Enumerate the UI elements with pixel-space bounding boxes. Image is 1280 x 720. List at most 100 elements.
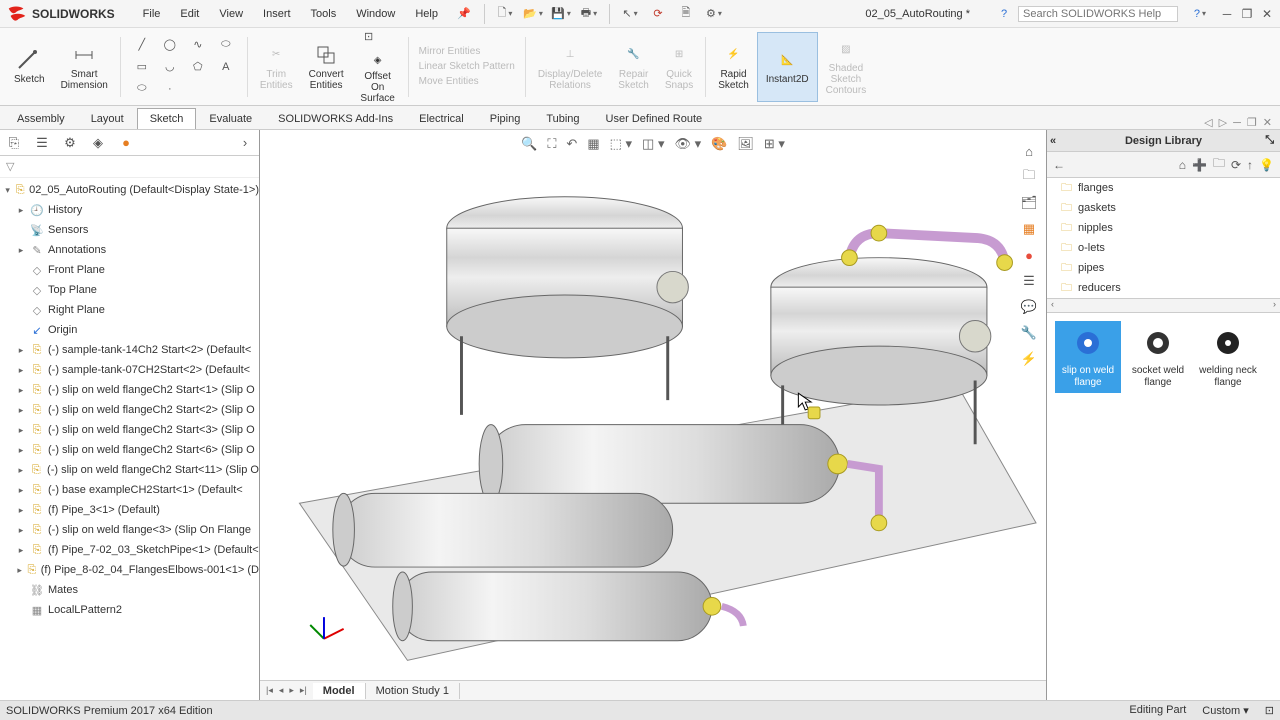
tree-item[interactable]: ▸⎘(f) Pipe_8-02_04_FlangesElbows-001<1> … [0, 560, 259, 580]
text-icon[interactable]: A [215, 58, 237, 76]
tree-item[interactable]: ◇Front Plane [0, 260, 259, 280]
scene-icon[interactable]: 🖼 [737, 136, 754, 152]
tree-item[interactable]: ⛓Mates [0, 580, 259, 600]
design-lib-tab-icon[interactable]: 🗀 [1018, 166, 1040, 188]
tree-item[interactable]: ▸⎘(-) slip on weld flangeCh2 Start<3> (S… [0, 420, 259, 440]
restore-icon[interactable]: ❐ [1240, 7, 1254, 21]
lib-folder-gaskets[interactable]: 🗀gaskets [1047, 198, 1280, 218]
tree-item[interactable]: ▸⎘(-) sample-tank-07CH2Start<2> (Default… [0, 360, 259, 380]
tab-user-route[interactable]: User Defined Route [593, 108, 716, 129]
section-icon[interactable]: ▦ [587, 136, 599, 152]
feature-tree[interactable]: ▾⎘ 02_05_AutoRouting (Default<Display St… [0, 178, 259, 700]
zoom-area-icon[interactable]: ⛶ [547, 136, 556, 152]
ribbon-convert[interactable]: Convert Entities [301, 32, 352, 102]
ellipse-icon[interactable]: ⬭ [215, 36, 237, 54]
point-icon[interactable]: · [159, 80, 181, 98]
doc-min-icon[interactable]: ─ [1233, 117, 1241, 129]
collapse-icon[interactable]: › [235, 133, 255, 153]
lib-up-icon[interactable]: ↑ [1247, 158, 1253, 172]
tree-item[interactable]: ▸⎘(f) Pipe_3<1> (Default) [0, 500, 259, 520]
rebuild-icon[interactable]: ⟳ [648, 4, 668, 24]
thumb-slip-on-weld-flange[interactable]: slip on weld flange [1055, 321, 1121, 393]
help-dropdown[interactable]: ? [1190, 4, 1210, 24]
view-palette-tab-icon[interactable]: ▦ [1018, 218, 1040, 240]
view-settings-icon[interactable]: ⊞ ▾ [764, 136, 785, 152]
search-box[interactable] [1018, 6, 1178, 22]
home-tab-icon[interactable]: ⌂ [1018, 140, 1040, 162]
tree-item[interactable]: ▸⎘(-) slip on weld flangeCh2 Start<6> (S… [0, 440, 259, 460]
tab-addins[interactable]: SOLIDWORKS Add-Ins [265, 108, 406, 129]
menu-view[interactable]: View [211, 4, 251, 24]
line-icon[interactable]: ╱ [131, 36, 153, 54]
tree-item[interactable]: ▸⎘(-) slip on weld flangeCh2 Start<2> (S… [0, 400, 259, 420]
tab-evaluate[interactable]: Evaluate [196, 108, 265, 129]
mt-prev-icon[interactable]: ◂ [277, 685, 286, 696]
custom-props-tab-icon[interactable]: ☰ [1018, 270, 1040, 292]
doc-next-icon[interactable]: ▷ [1219, 116, 1227, 129]
filedoc-icon[interactable]: 🗎 [676, 4, 696, 24]
display-style-icon[interactable]: ◫ ▾ [642, 136, 664, 152]
mt-last-icon[interactable]: ▸| [298, 685, 309, 696]
close-icon[interactable]: ✕ [1260, 7, 1274, 21]
tree-root[interactable]: ▾⎘ 02_05_AutoRouting (Default<Display St… [0, 180, 259, 200]
appear-icon[interactable]: 🎨 [711, 136, 727, 152]
lib-add-icon[interactable]: ➕ [1192, 158, 1207, 172]
menu-window[interactable]: Window [348, 4, 403, 24]
tab-model[interactable]: Model [313, 683, 366, 699]
lib-refresh-icon[interactable]: ⟳ [1231, 158, 1241, 172]
lib-home-icon[interactable]: ⌂ [1179, 158, 1186, 172]
lib-folder-o-lets[interactable]: 🗀o-lets [1047, 238, 1280, 258]
status-units[interactable]: Custom ▾ [1202, 704, 1248, 717]
tree-item[interactable]: ▸⎘(-) slip on weld flangeCh2 Start<1> (S… [0, 380, 259, 400]
forum-tab-icon[interactable]: 💬 [1018, 296, 1040, 318]
dimexpert-tab-icon[interactable]: ◈ [88, 133, 108, 153]
tree-item[interactable]: ◇Top Plane [0, 280, 259, 300]
lib-folder-reducers[interactable]: 🗀reducers [1047, 278, 1280, 298]
doc-close-icon[interactable]: ✕ [1263, 116, 1272, 129]
view-orient-icon[interactable]: ⬚ ▾ [610, 136, 632, 152]
doc-prev-icon[interactable]: ◁ [1204, 116, 1212, 129]
config-tab-icon[interactable]: ⚙ [60, 133, 80, 153]
model-viewport[interactable] [260, 130, 1046, 680]
spline-icon[interactable]: ∿ [187, 36, 209, 54]
offset-entities-icon[interactable]: ⊡ [358, 27, 380, 45]
tree-item[interactable]: ▸🕘History [0, 200, 259, 220]
ribbon-rapid-sketch[interactable]: ⚡ Rapid Sketch [710, 32, 757, 102]
file-explorer-tab-icon[interactable]: 🗂 [1018, 192, 1040, 214]
tab-assembly[interactable]: Assembly [4, 108, 78, 129]
tree-item[interactable]: ▸✎Annotations [0, 240, 259, 260]
tree-filter[interactable]: ▽ [0, 156, 259, 178]
circle-icon[interactable]: ◯ [159, 36, 181, 54]
new-icon[interactable]: 🗋 [495, 4, 515, 24]
display-tab-icon[interactable]: ● [116, 133, 136, 153]
lib-config-icon[interactable]: 💡 [1259, 158, 1274, 172]
routing-tab-icon[interactable]: 🔧 [1018, 322, 1040, 344]
taskpane-collapse-icon[interactable]: « [1050, 135, 1056, 147]
tab-motion1[interactable]: Motion Study 1 [366, 683, 460, 699]
select-icon[interactable]: ↖ [620, 4, 640, 24]
lib-folder-nipples[interactable]: 🗀nipples [1047, 218, 1280, 238]
lib-folder-pipes[interactable]: 🗀pipes [1047, 258, 1280, 278]
arc-icon[interactable]: ◡ [159, 58, 181, 76]
options-icon[interactable]: ⚙ [704, 4, 724, 24]
tree-item[interactable]: ▸⎘(-) sample-tank-14Ch2 Start<2> (Defaul… [0, 340, 259, 360]
taskpane-pin-icon[interactable]: ⤡ [1265, 134, 1274, 147]
thumb-socket-weld-flange[interactable]: socket weld flange [1125, 321, 1191, 393]
tree-item[interactable]: ▦LocalLPattern2 [0, 600, 259, 620]
ribbon-sketch[interactable]: Sketch [6, 32, 53, 102]
thumb-welding-neck-flange[interactable]: welding neck flange [1195, 321, 1261, 393]
slot-icon[interactable]: ⬭ [131, 80, 153, 98]
menu-insert[interactable]: Insert [255, 4, 299, 24]
lib-back-icon[interactable]: ← [1053, 158, 1065, 172]
feature-tree-tab-icon[interactable]: ⎘ [4, 133, 24, 153]
lib-folder-icon[interactable]: 🗀 [1213, 154, 1225, 175]
open-icon[interactable]: 📂 [523, 4, 543, 24]
pin-icon[interactable]: 📌 [454, 4, 474, 24]
menu-help[interactable]: Help [407, 4, 446, 24]
property-manager-tab-icon[interactable]: ☰ [32, 133, 52, 153]
hide-show-icon[interactable]: 👁 ▾ [674, 136, 701, 152]
appearances-tab-icon[interactable]: ● [1018, 244, 1040, 266]
tab-layout[interactable]: Layout [78, 108, 137, 129]
mt-first-icon[interactable]: |◂ [264, 685, 275, 696]
status-tools-icon[interactable]: ⊡ [1265, 704, 1274, 717]
